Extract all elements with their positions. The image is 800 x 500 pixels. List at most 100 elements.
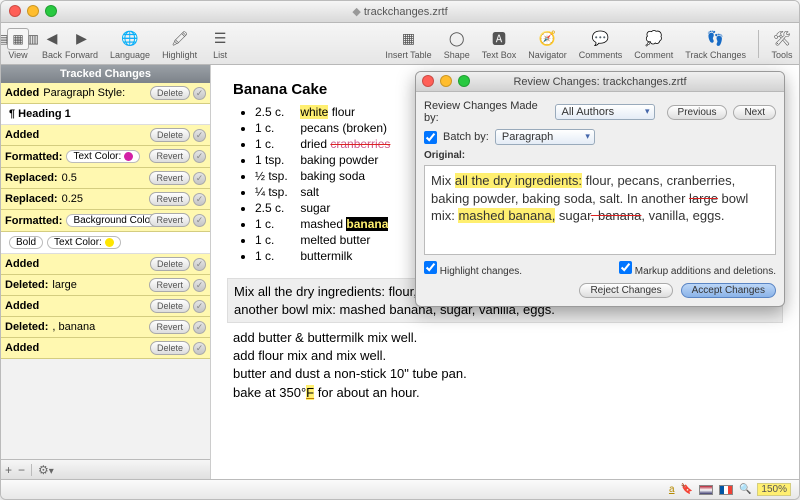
tools-icon: 🛠 <box>771 28 793 50</box>
status-bar: a 🔖 🔍 150% <box>1 479 799 499</box>
zoom-icon[interactable] <box>45 5 57 17</box>
previous-button[interactable]: Previous <box>667 105 728 120</box>
flag-fr-icon[interactable] <box>719 485 733 495</box>
original-label: Original: <box>424 150 776 161</box>
accept-check-icon[interactable]: ✓ <box>193 321 206 334</box>
revert-button[interactable]: Revert <box>149 192 190 206</box>
view-segmented-icon: ▤▦▥ <box>7 28 29 50</box>
review-traffic-lights <box>422 75 470 87</box>
delete-button[interactable]: Delete <box>150 128 190 142</box>
delete-button[interactable]: Delete <box>150 257 190 271</box>
review-zoom-icon[interactable] <box>458 75 470 87</box>
accept-check-icon[interactable]: ✓ <box>193 193 206 206</box>
forward-arrow-icon: ▶ <box>71 28 93 50</box>
tracked-change-item[interactable]: Replaced:0.5Revert✓ <box>1 168 210 189</box>
track-changes-button[interactable]: 👣Track Changes <box>685 28 746 60</box>
insert-table-button[interactable]: ▦Insert Table <box>385 28 431 60</box>
highlight-checkbox[interactable]: Highlight changes. <box>424 261 522 277</box>
tracked-change-item[interactable]: AddedDelete✓ <box>1 338 210 359</box>
tracked-change-item[interactable]: AddedParagraph Style:Delete✓ <box>1 83 210 104</box>
revert-button[interactable]: Revert <box>149 320 190 334</box>
review-close-icon[interactable] <box>422 75 434 87</box>
reject-button[interactable]: Reject Changes <box>579 283 672 298</box>
comments-button[interactable]: 💬Comments <box>579 28 623 60</box>
batch-select[interactable]: Paragraph <box>495 129 595 145</box>
forward-button[interactable]: ▶Forward <box>65 28 98 60</box>
accept-check-icon[interactable]: ✓ <box>193 150 206 163</box>
sidebar-header: Tracked Changes <box>1 65 210 83</box>
accept-button[interactable]: Accept Changes <box>681 283 776 298</box>
revert-button[interactable]: Revert <box>149 149 190 163</box>
accept-check-icon[interactable]: ✓ <box>193 87 206 100</box>
accept-check-icon[interactable]: ✓ <box>193 172 206 185</box>
highlighter-icon: 🖍 <box>169 28 191 50</box>
accept-check-icon[interactable]: ✓ <box>193 300 206 313</box>
tracked-change-item[interactable]: AddedDelete✓ <box>1 254 210 275</box>
next-button[interactable]: Next <box>733 105 776 120</box>
revert-button[interactable]: Revert <box>149 278 190 292</box>
accept-check-icon[interactable]: ✓ <box>193 279 206 292</box>
made-by-select[interactable]: All Authors <box>555 104 655 120</box>
sidebar-footer: + − ⚙▾ <box>1 459 210 479</box>
tracked-change-item[interactable]: Formatted:Background Color: Revert✓ <box>1 210 210 232</box>
shape-icon: ◯ <box>446 28 468 50</box>
tracked-change-item[interactable]: Formatted:Text Color: Revert✓ <box>1 146 210 168</box>
highlight-button[interactable]: 🖍Highlight <box>162 28 197 60</box>
add-icon[interactable]: + <box>5 463 12 477</box>
tools-button[interactable]: 🛠Tools <box>771 28 793 60</box>
back-arrow-icon: ◀ <box>41 28 63 50</box>
tracked-change-item[interactable]: AddedDelete✓ <box>1 125 210 146</box>
language-button[interactable]: 🌐Language <box>110 28 150 60</box>
track-changes-icon: 👣 <box>705 28 727 50</box>
tracked-change-item[interactable]: Deleted:largeRevert✓ <box>1 275 210 296</box>
review-panel: Review Changes: trackchanges.zrtf Review… <box>415 71 785 307</box>
accept-check-icon[interactable]: ✓ <box>193 342 206 355</box>
markup-checkbox[interactable]: Markup additions and deletions. <box>619 261 776 277</box>
minimize-icon[interactable] <box>27 5 39 17</box>
traffic-lights <box>9 5 57 17</box>
close-icon[interactable] <box>9 5 21 17</box>
tracked-change-item[interactable]: Deleted:, bananaRevert✓ <box>1 317 210 338</box>
remove-icon[interactable]: − <box>18 463 25 477</box>
flag-us-icon[interactable] <box>699 485 713 495</box>
bookmark-icon: 🔖 <box>681 484 693 495</box>
accept-check-icon[interactable]: ✓ <box>193 258 206 271</box>
delete-button[interactable]: Delete <box>150 86 190 100</box>
globe-icon: 🌐 <box>119 28 141 50</box>
gear-icon[interactable]: ⚙▾ <box>38 463 54 477</box>
revert-button[interactable]: Revert <box>149 171 190 185</box>
navigator-button[interactable]: 🧭Navigator <box>528 28 567 60</box>
shape-button[interactable]: ◯Shape <box>444 28 470 60</box>
list-button[interactable]: ☰List <box>209 28 231 60</box>
tracked-change-item[interactable]: BoldText Color: <box>1 232 210 254</box>
compass-icon: 🧭 <box>537 28 559 50</box>
sidebar: Tracked Changes AddedParagraph Style:Del… <box>1 65 211 479</box>
comments-icon: 💬 <box>590 28 612 50</box>
zoom-level[interactable]: 150% <box>757 483 791 496</box>
list-icon: ☰ <box>209 28 231 50</box>
tracked-change-item[interactable]: ¶ Heading 1 <box>1 104 210 125</box>
comment-button[interactable]: 💭Comment <box>634 28 673 60</box>
review-titlebar: Review Changes: trackchanges.zrtf <box>416 72 784 92</box>
body-text: add butter & buttermilk mix well.add flo… <box>233 329 777 402</box>
original-text: Mix all the dry ingredients: flour, peca… <box>424 165 776 255</box>
tracked-change-item[interactable]: Replaced:0.25Revert✓ <box>1 189 210 210</box>
accept-check-icon[interactable]: ✓ <box>193 129 206 142</box>
zoom-tool-icon[interactable]: 🔍 <box>739 484 751 495</box>
revert-button[interactable]: Revert <box>149 213 190 227</box>
view-button[interactable]: ▤▦▥ View <box>7 28 29 60</box>
tracked-change-item[interactable]: AddedDelete✓ <box>1 296 210 317</box>
window-title: ◆ trackchanges.zrtf <box>352 5 447 18</box>
text-box-button[interactable]: 🅰Text Box <box>482 28 517 60</box>
delete-button[interactable]: Delete <box>150 299 190 313</box>
body-line: add flour mix and mix well. <box>233 347 777 365</box>
back-button[interactable]: ◀Back <box>41 28 63 60</box>
batch-checkbox[interactable] <box>424 131 437 144</box>
textbox-icon: 🅰 <box>488 28 510 50</box>
body-line: butter and dust a non-stick 10" tube pan… <box>233 365 777 383</box>
review-minimize-icon[interactable] <box>440 75 452 87</box>
titlebar: ◆ trackchanges.zrtf <box>1 1 799 23</box>
delete-button[interactable]: Delete <box>150 341 190 355</box>
accept-check-icon[interactable]: ✓ <box>193 214 206 227</box>
toolbar: ▤▦▥ View ◀Back ▶Forward 🌐Language 🖍Highl… <box>1 23 799 65</box>
